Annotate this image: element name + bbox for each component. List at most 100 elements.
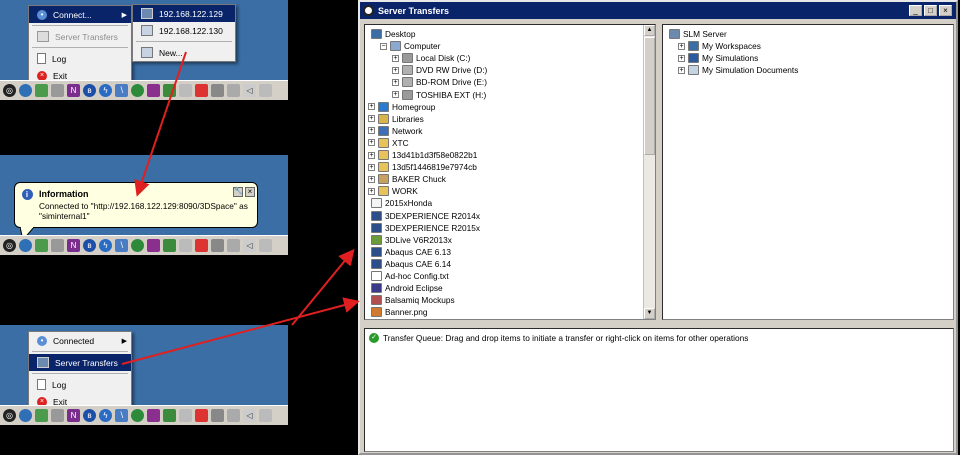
- transfer-queue-pane[interactable]: ✓ Transfer Queue: Drag and drop items to…: [364, 328, 954, 452]
- connected-menu-item[interactable]: • Connected ▶: [29, 332, 131, 349]
- balloon-close-icon[interactable]: ×: [245, 187, 255, 197]
- expand-icon[interactable]: +: [368, 127, 375, 135]
- battery-icon[interactable]: [227, 84, 240, 97]
- bluetooth-icon[interactable]: ʙ: [83, 409, 96, 422]
- sync-icon[interactable]: [147, 409, 160, 422]
- local-tree-item[interactable]: + XTC: [368, 137, 409, 149]
- expand-icon[interactable]: +: [368, 139, 375, 147]
- local-tree-item[interactable]: + Libraries: [368, 113, 424, 125]
- local-tree-item[interactable]: Banner.png: [368, 306, 427, 318]
- local-tree-item[interactable]: Abaqus CAE 6.14: [368, 258, 451, 270]
- volume-icon[interactable]: ◁: [243, 409, 256, 422]
- onenote-icon[interactable]: N: [67, 84, 80, 97]
- server-transfers-menu-item[interactable]: Server Transfers: [29, 354, 131, 371]
- printer-icon[interactable]: [179, 84, 192, 97]
- collapse-icon[interactable]: −: [380, 42, 387, 50]
- local-tree-item[interactable]: 2015xHonda: [368, 197, 432, 209]
- earth-icon[interactable]: [131, 239, 144, 252]
- keyboard-icon[interactable]: [259, 409, 272, 422]
- alert-icon[interactable]: [195, 239, 208, 252]
- log-menu-item[interactable]: Log: [29, 50, 131, 67]
- expand-icon[interactable]: +: [392, 91, 399, 98]
- expand-icon[interactable]: +: [392, 78, 399, 86]
- local-tree-item[interactable]: + Homegroup: [368, 101, 435, 113]
- window-titlebar[interactable]: Server Transfers: [360, 2, 956, 19]
- expand-icon[interactable]: +: [678, 66, 685, 74]
- new-connection-item[interactable]: New...: [133, 44, 235, 61]
- local-tree-item[interactable]: − Computer: [380, 40, 440, 52]
- server-tree-item[interactable]: + My Simulation Documents: [678, 64, 798, 76]
- sync-icon[interactable]: [147, 239, 160, 252]
- lightning-icon[interactable]: ϟ: [99, 409, 112, 422]
- local-tree-item[interactable]: + WORK: [368, 185, 418, 197]
- security-icon[interactable]: [163, 409, 176, 422]
- battery-icon[interactable]: [227, 409, 240, 422]
- alert-icon[interactable]: [195, 84, 208, 97]
- local-tree-item[interactable]: +13d41b1d3f58e0822b1: [368, 149, 477, 161]
- expand-icon[interactable]: +: [678, 54, 685, 62]
- battery-icon[interactable]: [227, 239, 240, 252]
- shield-icon[interactable]: [51, 239, 64, 252]
- onenote-icon[interactable]: N: [67, 239, 80, 252]
- pen-icon[interactable]: ∖: [115, 239, 128, 252]
- globe-icon[interactable]: [19, 84, 32, 97]
- volume-icon[interactable]: ◁: [243, 84, 256, 97]
- server-transfers-menu-item[interactable]: Server Transfers: [29, 28, 131, 45]
- network-icon[interactable]: [35, 84, 48, 97]
- expand-icon[interactable]: +: [392, 66, 399, 74]
- local-tree-item[interactable]: 3DEXPERIENCE R2014x: [368, 210, 480, 222]
- log-menu-item[interactable]: Log: [29, 376, 131, 393]
- expand-icon[interactable]: +: [368, 151, 375, 159]
- server-tree-item[interactable]: + My Simulations: [678, 52, 758, 64]
- expand-icon[interactable]: +: [678, 42, 685, 50]
- onenote-icon[interactable]: N: [67, 409, 80, 422]
- lightning-icon[interactable]: ϟ: [99, 239, 112, 252]
- expand-icon[interactable]: +: [368, 115, 375, 123]
- printer-icon[interactable]: [179, 239, 192, 252]
- scroll-thumb[interactable]: [644, 37, 655, 155]
- printer-icon[interactable]: [179, 409, 192, 422]
- globe-icon[interactable]: [19, 409, 32, 422]
- local-tree-item[interactable]: Balsamiq Mockups: [368, 294, 455, 306]
- earth-icon[interactable]: [131, 84, 144, 97]
- expand-icon[interactable]: +: [368, 175, 375, 183]
- scroll-up-button[interactable]: ▲: [644, 25, 655, 36]
- app-tray-icon[interactable]: ◎: [3, 239, 16, 252]
- scroll-down-button[interactable]: ▼: [644, 308, 655, 319]
- network-icon[interactable]: [35, 239, 48, 252]
- volume-icon[interactable]: ◁: [243, 239, 256, 252]
- server-ip-2-item[interactable]: 192.168.122.130: [133, 22, 235, 39]
- server-tree-item[interactable]: + My Workspaces: [678, 40, 761, 52]
- local-file-tree-pane[interactable]: Desktop − Computer + Local Disk (C:) + DVD RW …: [364, 24, 656, 320]
- server-tree-item[interactable]: SLM Server: [666, 28, 727, 40]
- pen-icon[interactable]: ∖: [115, 84, 128, 97]
- bluetooth-icon[interactable]: ʙ: [83, 239, 96, 252]
- connect-menu-item[interactable]: • Connect... ▶: [29, 6, 131, 23]
- local-tree-item[interactable]: + BD-ROM Drive (E:): [392, 76, 487, 88]
- bluetooth-icon[interactable]: ʙ: [83, 84, 96, 97]
- balloon-options-icon[interactable]: 🔧: [233, 187, 243, 197]
- close-button[interactable]: ×: [939, 5, 952, 16]
- display-icon[interactable]: [211, 239, 224, 252]
- earth-icon[interactable]: [131, 409, 144, 422]
- local-tree-scrollbar[interactable]: ▲ ▼: [643, 25, 655, 319]
- local-tree-item[interactable]: + Local Disk (C:): [392, 52, 470, 64]
- local-tree-item[interactable]: Android Eclipse: [368, 282, 443, 294]
- local-tree-item[interactable]: Desktop: [368, 28, 415, 40]
- expand-icon[interactable]: +: [392, 54, 399, 62]
- keyboard-icon[interactable]: [259, 84, 272, 97]
- network-icon[interactable]: [35, 409, 48, 422]
- local-tree-item[interactable]: + Network: [368, 125, 422, 137]
- local-tree-item[interactable]: + BAKER Chuck: [368, 173, 446, 185]
- shield-icon[interactable]: [51, 409, 64, 422]
- security-icon[interactable]: [163, 239, 176, 252]
- local-tree-item[interactable]: +13d5f1446819e7974cb: [368, 161, 477, 173]
- display-icon[interactable]: [211, 409, 224, 422]
- server-ip-1-item[interactable]: 192.168.122.129: [133, 5, 235, 22]
- display-icon[interactable]: [211, 84, 224, 97]
- lightning-icon[interactable]: ϟ: [99, 84, 112, 97]
- app-tray-icon[interactable]: ◎: [3, 409, 16, 422]
- maximize-button[interactable]: □: [924, 5, 937, 16]
- local-tree-item[interactable]: + TOSHIBA EXT (H:): [392, 89, 486, 101]
- expand-icon[interactable]: +: [368, 163, 375, 171]
